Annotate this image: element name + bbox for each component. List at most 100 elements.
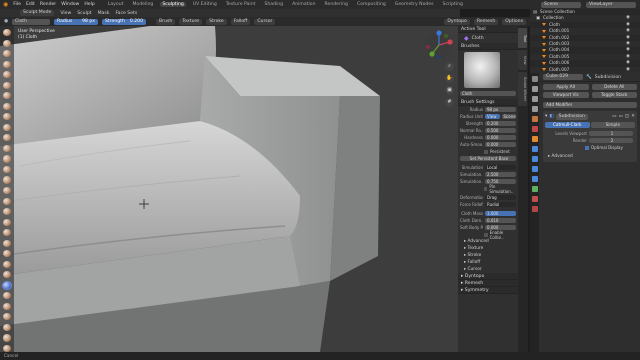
- catmull-clark-button[interactable]: Catmull-Clark: [545, 122, 590, 128]
- clay-thumb-brush-icon[interactable]: [3, 71, 11, 79]
- tab-tool[interactable]: Tool: [518, 28, 527, 48]
- menu-face-sets[interactable]: Face Sets: [115, 11, 137, 16]
- tab-scripting[interactable]: Scripting: [441, 2, 465, 7]
- menu-window[interactable]: Window: [61, 2, 79, 7]
- persistent-checkbox[interactable]: [484, 149, 488, 154]
- fill-brush-icon[interactable]: [3, 144, 11, 152]
- constraints-tab-icon[interactable]: [531, 176, 538, 182]
- add-modifier-button[interactable]: Add Modifier: [543, 102, 637, 108]
- active-tool-title[interactable]: Active Tool: [458, 26, 518, 33]
- brushes-title[interactable]: Brushes: [458, 43, 518, 50]
- menu-file[interactable]: File: [13, 2, 21, 7]
- blender-logo-icon[interactable]: ◉: [3, 1, 8, 8]
- pinch-brush-icon[interactable]: [3, 176, 11, 184]
- thumb-brush-icon[interactable]: [3, 218, 11, 226]
- menu-edit[interactable]: Edit: [26, 2, 35, 7]
- menu-view[interactable]: View: [60, 11, 71, 16]
- zoom-icon[interactable]: ⌕: [445, 62, 454, 71]
- strength-field[interactable]: Strength 0.200: [102, 18, 147, 25]
- cursor-dropdown[interactable]: Cursor: [254, 18, 276, 25]
- scene-tab-icon[interactable]: [531, 116, 538, 122]
- mode-selector[interactable]: Sculpt Mode: [20, 10, 55, 16]
- texture-dropdown[interactable]: Texture: [179, 18, 203, 25]
- slide-relax-brush-icon[interactable]: [3, 260, 11, 268]
- brush-preview-thumbnail[interactable]: [464, 52, 500, 88]
- panel-dyntopo[interactable]: ▸ Dyntopo: [458, 273, 518, 280]
- set-persistent-base-button[interactable]: Set Persistent Base: [460, 155, 516, 162]
- stroke-dropdown[interactable]: Stroke: [206, 18, 227, 25]
- tab-geometry-nodes[interactable]: Geometry Nodes: [393, 2, 436, 7]
- box-mask-icon[interactable]: [3, 323, 11, 332]
- tab-modeling[interactable]: Modeling: [130, 2, 155, 7]
- modifier-name-field[interactable]: Subdivision: [555, 113, 588, 120]
- scene-selector[interactable]: Scene: [541, 1, 581, 8]
- snake-hook-brush-icon[interactable]: [3, 208, 11, 216]
- options-dropdown[interactable]: Options: [502, 18, 526, 25]
- outliner-object-row[interactable]: Cloth.007 ◉: [530, 66, 640, 73]
- tab-compositing[interactable]: Compositing: [355, 2, 388, 7]
- object-tab-icon[interactable]: [531, 136, 538, 142]
- draw-face-sets-icon[interactable]: [3, 313, 11, 321]
- boundary-brush-icon[interactable]: [3, 271, 11, 279]
- modifier-close-icon[interactable]: ✕: [631, 114, 635, 119]
- menu-mask[interactable]: Mask: [98, 11, 110, 16]
- flatten-brush-icon[interactable]: [3, 134, 11, 142]
- visibility-eye-icon[interactable]: ◉: [626, 67, 630, 73]
- rotate-brush-icon[interactable]: [3, 250, 11, 258]
- viewport-vis-button[interactable]: Viewport Vis: [543, 92, 589, 98]
- menu-help[interactable]: Help: [84, 2, 94, 7]
- normal-radius-field[interactable]: 0.500: [485, 127, 516, 134]
- subpanel-cursor[interactable]: ▸ Cursor: [458, 266, 518, 273]
- pose-brush-icon[interactable]: [3, 229, 11, 237]
- optimal-display-checkbox[interactable]: [585, 145, 589, 150]
- falloff-dropdown[interactable]: Falloff: [230, 18, 251, 25]
- hardness-field[interactable]: 0.000: [485, 134, 516, 141]
- tab-view[interactable]: View: [518, 50, 527, 70]
- cloth-brush-icon[interactable]: [2, 280, 12, 290]
- simulation-limit-field[interactable]: 2.500: [485, 171, 516, 178]
- nudge-brush-icon[interactable]: [3, 239, 11, 247]
- brush-field[interactable]: Cloth: [460, 90, 516, 97]
- mask-brush-icon[interactable]: [3, 302, 11, 310]
- draw-sharp-brush-icon[interactable]: [3, 39, 11, 47]
- levels-viewport-field[interactable]: 1: [589, 130, 633, 137]
- world-tab-icon[interactable]: [531, 126, 538, 132]
- brush-name-field[interactable]: Cloth: [12, 18, 51, 25]
- tab-shading[interactable]: Shading: [262, 2, 285, 7]
- draw-brush-icon[interactable]: [3, 29, 11, 37]
- annotate-icon[interactable]: [3, 334, 11, 342]
- toggle-stack-button[interactable]: Toggle Stack: [591, 92, 637, 98]
- particles-tab-icon[interactable]: [531, 156, 538, 162]
- tab-sculpt-wheel[interactable]: Sculpt Wheel: [518, 72, 527, 106]
- simple-button[interactable]: Simple: [590, 122, 635, 128]
- physics-tab-icon[interactable]: [531, 166, 538, 172]
- blob-brush-icon[interactable]: [3, 102, 11, 110]
- clay-brush-icon[interactable]: [3, 50, 11, 58]
- elastic-deform-brush-icon[interactable]: [3, 197, 11, 205]
- auto-smooth-field[interactable]: 0.000: [485, 141, 516, 148]
- scrape-brush-icon[interactable]: [3, 155, 11, 163]
- menu-sculpt[interactable]: Sculpt: [77, 11, 91, 16]
- render-display-icon[interactable]: ◫: [625, 114, 629, 119]
- strength-setting-field[interactable]: 0.200: [485, 120, 516, 127]
- apply-all-button[interactable]: Apply All: [543, 84, 589, 90]
- cloth-damping-field[interactable]: 0.010: [485, 217, 516, 224]
- collapse-chevron-icon[interactable]: ▾: [545, 114, 547, 119]
- subpanel-texture[interactable]: ▸ Texture: [458, 245, 518, 252]
- advanced-subpanel[interactable]: ▸ Advanced: [545, 153, 635, 160]
- tab-texture-paint[interactable]: Texture Paint: [224, 2, 258, 7]
- tab-uv-editing[interactable]: UV Editing: [191, 2, 219, 7]
- render-tab-icon[interactable]: [531, 86, 538, 92]
- force-falloff-dropdown[interactable]: Radial: [485, 201, 516, 208]
- 3d-viewport[interactable]: User Perspective (1) Cloth: [0, 26, 458, 352]
- tab-animation[interactable]: Animation: [290, 2, 317, 7]
- pan-hand-icon[interactable]: ✋: [445, 74, 454, 83]
- tab-rendering[interactable]: Rendering: [323, 2, 350, 7]
- panel-symmetry[interactable]: ▸ Symmetry: [458, 287, 518, 294]
- cloth-mass-field[interactable]: 1.000: [485, 210, 516, 217]
- delete-all-button[interactable]: Delete All: [591, 84, 637, 90]
- brush-settings-title[interactable]: Brush Settings: [458, 99, 518, 106]
- panel-remesh[interactable]: ▸ Remesh: [458, 280, 518, 287]
- view-layer-selector[interactable]: ViewLayer: [586, 1, 636, 8]
- clay-strips-brush-icon[interactable]: [3, 60, 11, 68]
